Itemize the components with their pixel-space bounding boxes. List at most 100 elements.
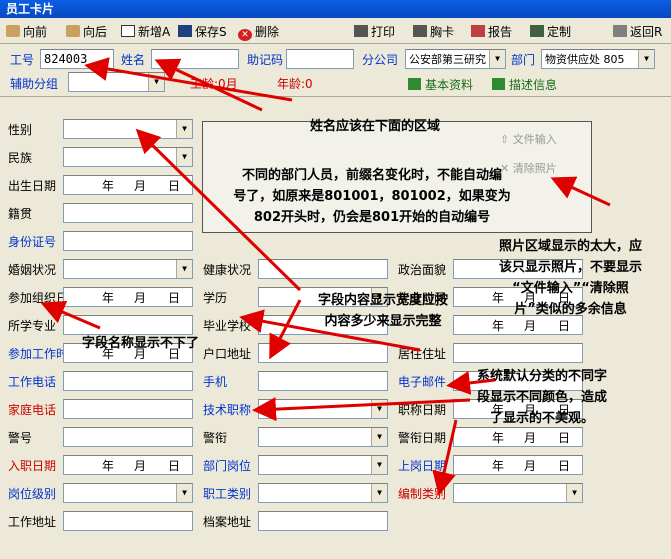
next-button[interactable]: 向后 <box>66 23 107 41</box>
major-input[interactable] <box>63 315 193 335</box>
name-input[interactable] <box>151 49 239 69</box>
native-place-label: 籍贯 <box>8 207 33 221</box>
native-place-input[interactable] <box>63 203 193 223</box>
police-rank-select[interactable]: ▼ <box>258 427 388 447</box>
home-phone-label: 家庭电话 <box>8 403 57 417</box>
annotation-colors: 系统默认分类的不同字 段显示不同颜色，造成 了显示的不美观。 <box>476 369 607 426</box>
branch-label: 分公司 <box>362 53 399 67</box>
print-button[interactable]: 打印 <box>354 23 395 41</box>
dropdown-arrow-icon[interactable]: ▼ <box>371 400 387 418</box>
aux-group-label: 辅助分组 <box>10 77 59 91</box>
basic-info-icon <box>408 78 421 90</box>
tech-title-label: 技术职称 <box>203 403 252 417</box>
hand-left-icon <box>6 25 20 37</box>
toolbar: 向前 向后 新增A 保存S ✕ 删除 打印 胸卡 报告 定制 返回R <box>0 20 671 44</box>
file-input-button[interactable]: ⇧ 文件输入 <box>500 131 557 147</box>
description-icon <box>492 78 505 90</box>
dropdown-arrow-icon[interactable]: ▼ <box>371 456 387 474</box>
dropdown-arrow-icon[interactable]: ▼ <box>371 484 387 502</box>
description-info-tab[interactable]: 描述信息 <box>492 76 557 93</box>
post-date-input[interactable]: 年月日 <box>453 455 583 475</box>
gender-select[interactable]: ▼ <box>63 119 193 139</box>
dropdown-arrow-icon[interactable]: ▼ <box>566 484 582 502</box>
annotation-field-name-overflow: 字段名称显示不下了 <box>82 336 200 351</box>
police-no-input[interactable] <box>63 427 193 447</box>
chest-card-button[interactable]: 胸卡 <box>413 23 454 41</box>
ethnicity-select[interactable]: ▼ <box>63 147 193 167</box>
major-label: 所学专业 <box>8 319 57 333</box>
mobile-input[interactable] <box>258 371 388 391</box>
health-input[interactable] <box>258 259 388 279</box>
dropdown-arrow-icon[interactable]: ▼ <box>176 260 192 278</box>
aux-group-select[interactable]: ▼ <box>68 72 165 92</box>
post-date-label: 上岗日期 <box>398 459 447 473</box>
marital-label: 婚姻状况 <box>8 263 57 277</box>
name-label: 姓名 <box>121 53 146 67</box>
email-label: 电子邮件 <box>398 375 447 389</box>
establishment-select[interactable]: ▼ <box>453 483 583 503</box>
marital-select[interactable]: ▼ <box>63 259 193 279</box>
mnemonic-input[interactable] <box>286 49 354 69</box>
dropdown-arrow-icon[interactable]: ▼ <box>148 73 164 91</box>
back-button[interactable]: 返回R <box>613 23 662 41</box>
police-rank-label: 警衔 <box>203 431 228 445</box>
customize-icon <box>530 25 544 37</box>
annotation-auto-numbering: 不同的部门人员，前缀名变化时，不能自动编 号了，如原来是801001，80100… <box>233 168 511 225</box>
dropdown-arrow-icon[interactable]: ▼ <box>638 50 654 68</box>
mobile-label: 手机 <box>203 375 228 389</box>
report-icon <box>471 25 485 37</box>
save-disk-icon <box>178 25 192 37</box>
birth-date-input[interactable]: 年月日 <box>63 175 193 195</box>
save-button[interactable]: 保存S <box>178 23 227 41</box>
annotation-photo-area: 照片区域显示的太大，应 该只显示照片，不要显示 “文件输入”“清除照 片”类似的… <box>498 239 642 317</box>
basic-info-tab[interactable]: 基本资料 <box>408 76 473 93</box>
delete-icon: ✕ <box>238 29 252 41</box>
work-address-input[interactable] <box>63 511 193 531</box>
card-icon <box>413 25 427 37</box>
dept-select[interactable]: 物资供应处 805 ▼ <box>541 49 655 69</box>
rank-date-label: 警衔日期 <box>398 431 447 445</box>
id-card-input[interactable] <box>63 231 193 251</box>
staff-type-label: 职工类别 <box>203 487 252 501</box>
dropdown-arrow-icon[interactable]: ▼ <box>176 484 192 502</box>
dropdown-arrow-icon[interactable]: ▼ <box>176 148 192 166</box>
custom-button[interactable]: 定制 <box>530 23 571 41</box>
establishment-label: 编制类别 <box>398 487 447 501</box>
branch-select[interactable]: 公安部第三研究 ▼ <box>405 49 506 69</box>
dropdown-arrow-icon[interactable]: ▼ <box>489 50 505 68</box>
entry-date-input[interactable]: 年月日 <box>63 455 193 475</box>
hukou-input[interactable] <box>258 343 388 363</box>
dept-post-select[interactable]: ▼ <box>258 455 388 475</box>
gender-label: 性别 <box>8 123 33 137</box>
birth-date-label: 出生日期 <box>8 179 57 193</box>
residence-input[interactable] <box>453 343 583 363</box>
age-text: 年龄:0 <box>277 77 313 91</box>
report-button[interactable]: 报告 <box>471 23 512 41</box>
join-org-date[interactable]: 年月日 <box>63 287 193 307</box>
emp-no-input[interactable]: 824003 <box>40 49 114 69</box>
new-button[interactable]: 新增A <box>121 23 170 41</box>
new-document-icon <box>121 25 135 37</box>
tech-title-select[interactable]: ▼ <box>258 399 388 419</box>
delete-button[interactable]: ✕ 删除 <box>238 23 279 41</box>
ethnicity-label: 民族 <box>8 151 33 165</box>
archive-address-label: 档案地址 <box>203 515 252 529</box>
archive-address-input[interactable] <box>258 511 388 531</box>
dropdown-arrow-icon[interactable]: ▼ <box>371 428 387 446</box>
staff-type-select[interactable]: ▼ <box>258 483 388 503</box>
id-card-label: 身份证号 <box>8 235 57 249</box>
back-icon <box>613 25 627 37</box>
work-phone-input[interactable] <box>63 371 193 391</box>
emp-no-label: 工号 <box>10 53 35 67</box>
prev-button[interactable]: 向前 <box>6 23 47 41</box>
title-date-label: 职称日期 <box>398 403 447 417</box>
school-label: 毕业学校 <box>203 319 252 333</box>
rank-date-input[interactable]: 年月日 <box>453 427 583 447</box>
post-level-select[interactable]: ▼ <box>63 483 193 503</box>
dropdown-arrow-icon[interactable]: ▼ <box>176 120 192 138</box>
separator <box>0 96 671 97</box>
window-title: 员工卡片 <box>0 0 671 18</box>
post-level-label: 岗位级别 <box>8 487 57 501</box>
home-phone-input[interactable] <box>63 399 193 419</box>
hukou-label: 户口地址 <box>203 347 252 361</box>
